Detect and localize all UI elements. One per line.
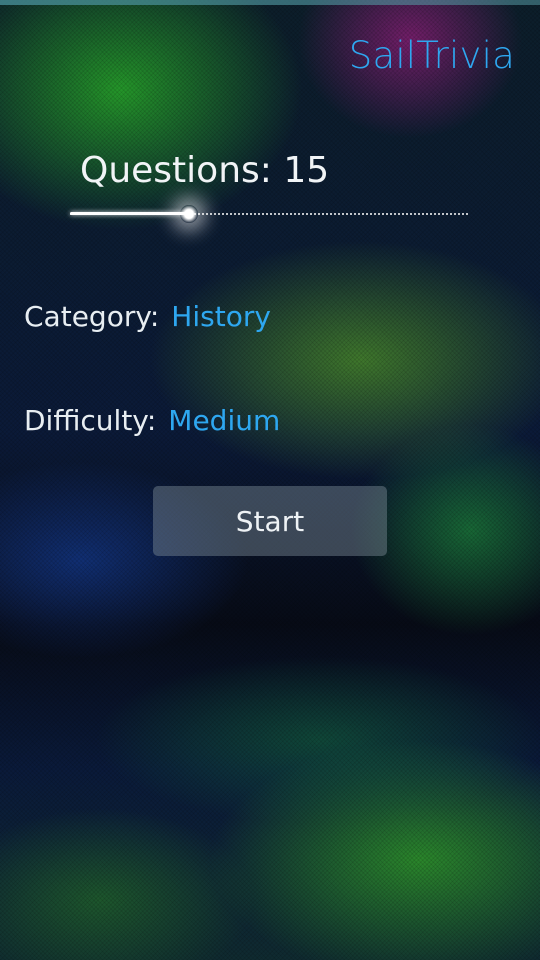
app-screen: SailTrivia Questions: 15 Category: Histo… (0, 0, 540, 960)
status-edge (0, 0, 540, 5)
questions-slider[interactable] (70, 204, 468, 224)
category-value[interactable]: History (171, 300, 271, 333)
start-button[interactable]: Start (153, 486, 387, 556)
category-combobox[interactable]: Category: History (24, 300, 271, 333)
page-title: SailTrivia (348, 34, 515, 77)
slider-handle[interactable] (180, 205, 199, 223)
difficulty-label: Difficulty: (24, 404, 157, 437)
slider-fill (70, 212, 190, 215)
questions-slider-label: Questions: 15 (80, 150, 330, 191)
category-label: Category: (24, 300, 160, 333)
difficulty-value[interactable]: Medium (168, 404, 280, 437)
difficulty-combobox[interactable]: Difficulty: Medium (24, 404, 280, 437)
